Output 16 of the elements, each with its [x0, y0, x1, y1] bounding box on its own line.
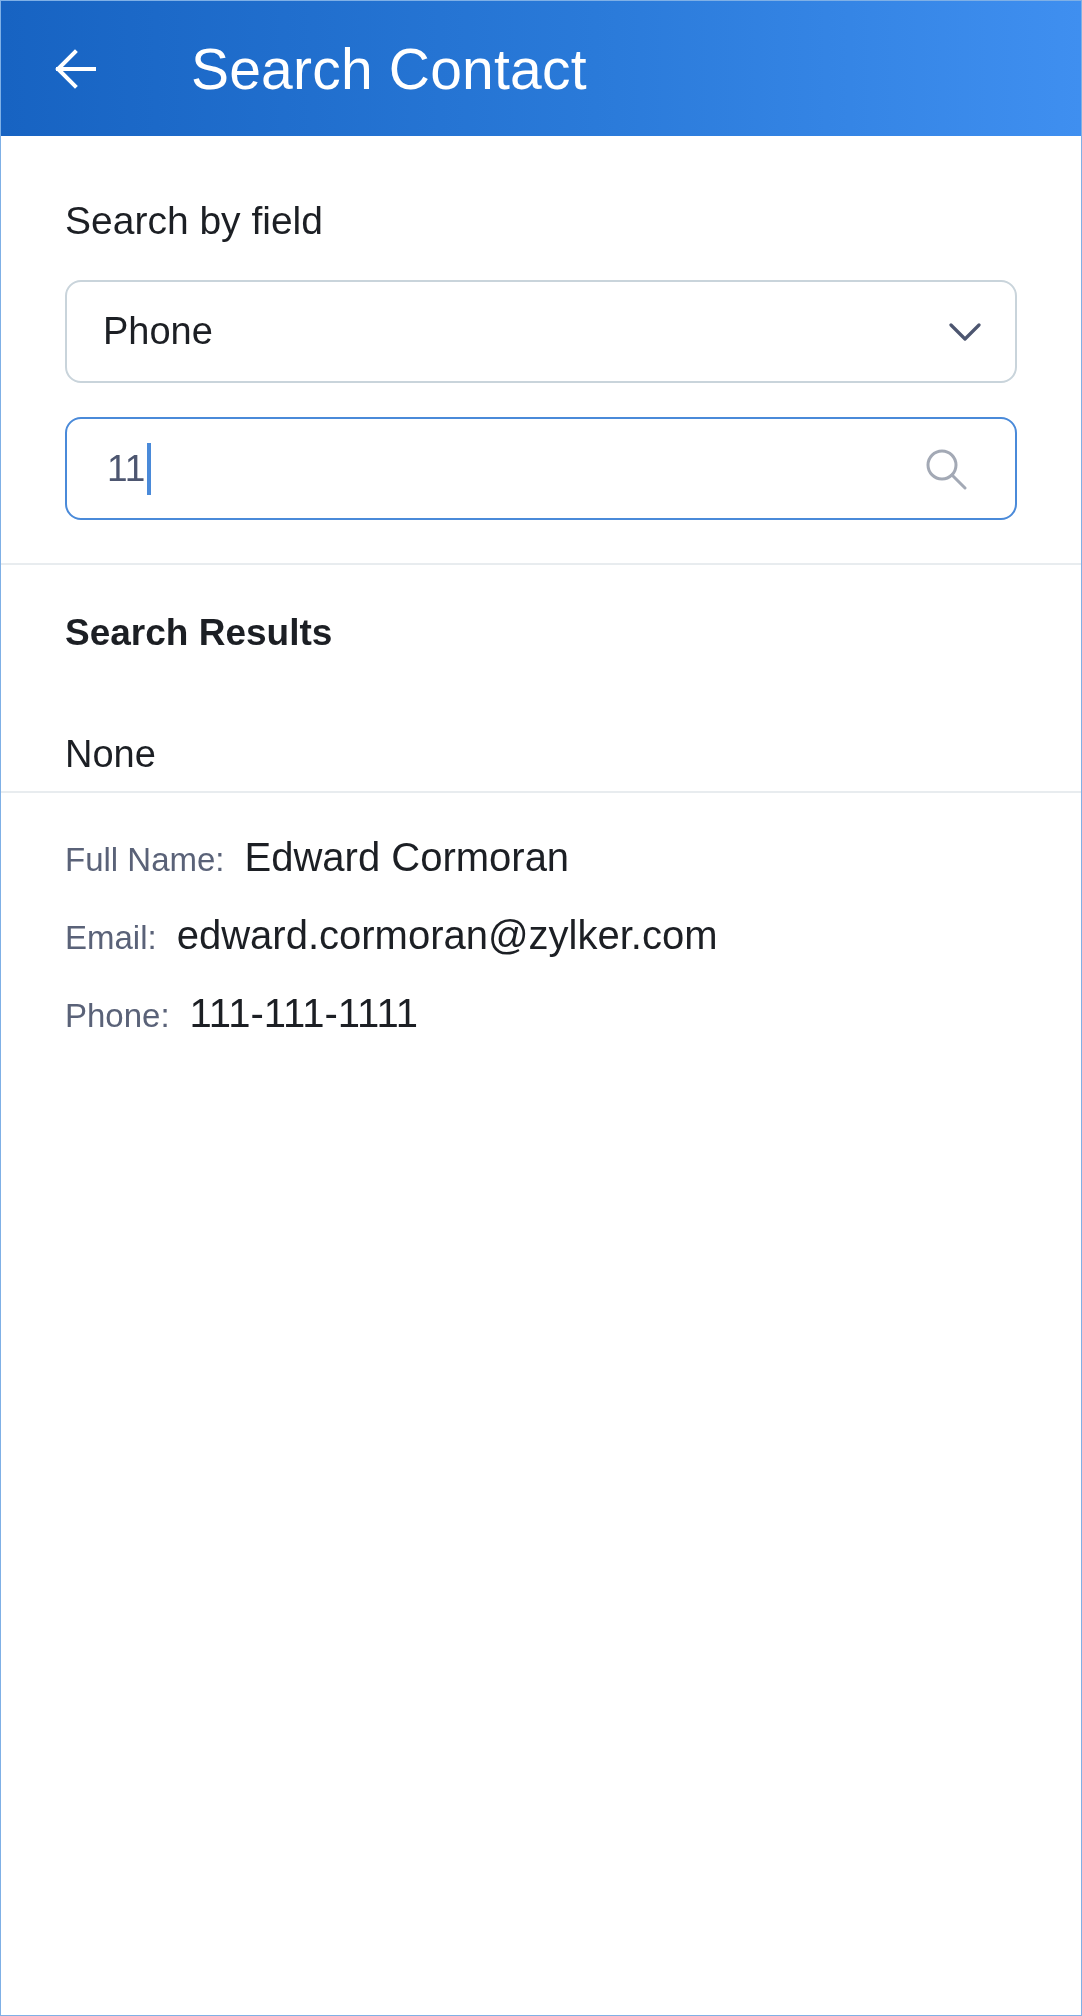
detail-value: edward.cormoran@zylker.com — [176, 912, 718, 959]
section-heading: Search Results — [65, 614, 334, 651]
field-label: Search by field — [65, 201, 324, 240]
back-arrow-icon — [55, 47, 97, 90]
result-status: None — [65, 735, 157, 773]
detail-label: Full Name: — [65, 840, 225, 880]
detail-label: Phone: — [65, 996, 170, 1036]
chevron-down-icon — [949, 322, 981, 341]
detail-value: Edward Cormoran — [244, 834, 570, 881]
search-field[interactable]: 11 — [65, 417, 1017, 520]
search-icon — [925, 447, 967, 490]
detail-value: 111-111-1111 — [189, 990, 418, 1037]
field-dropdown[interactable]: Phone — [65, 280, 1017, 383]
page-title: Search Contact — [191, 35, 587, 102]
text-cursor — [147, 442, 152, 495]
detail-label: Email: — [65, 918, 157, 958]
